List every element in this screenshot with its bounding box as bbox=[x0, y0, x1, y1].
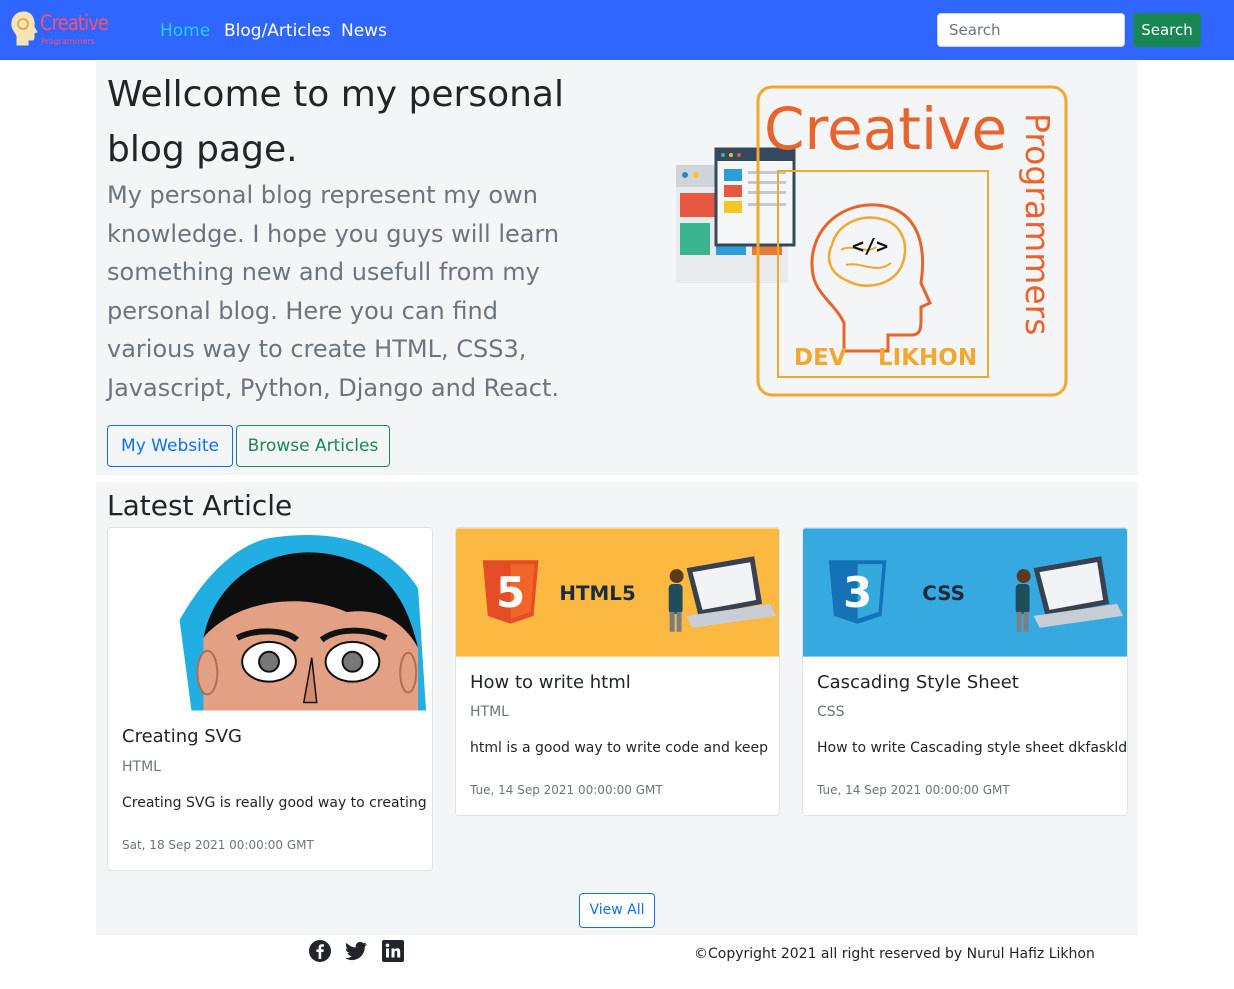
hero-lead-text: My personal blog represent my own knowle… bbox=[107, 181, 560, 402]
dashboard-illustration-icon bbox=[676, 147, 796, 283]
brand-logo[interactable]: Creative Programmers bbox=[10, 9, 109, 51]
banner-label: CSS bbox=[922, 582, 965, 605]
nav-link-home[interactable]: Home bbox=[160, 21, 210, 41]
card-text: How to write Cascading style sheet dkfas… bbox=[817, 740, 1128, 756]
banner-label: HTML5 bbox=[559, 582, 635, 605]
navbar: Creative Programmers Home Blog/Articles … bbox=[0, 0, 1234, 60]
article-card[interactable]: 3 CSS Cascading Style Sheet CSS How to w… bbox=[802, 527, 1128, 816]
facebook-icon[interactable] bbox=[308, 939, 332, 963]
css3-shield-icon: 3 bbox=[828, 560, 887, 624]
card-category: CSS bbox=[817, 704, 845, 720]
card-text: Creating SVG is really good way to creat… bbox=[122, 795, 427, 811]
svg-text:3: 3 bbox=[843, 568, 872, 617]
creative-programmers-logo: Creative Programmers </> DEV LIKHON bbox=[676, 85, 1068, 397]
cartoon-face-image bbox=[108, 528, 432, 711]
twitter-icon[interactable] bbox=[344, 939, 368, 963]
search-button[interactable]: Search bbox=[1133, 13, 1201, 47]
view-all-button[interactable]: View All bbox=[579, 893, 655, 928]
search-input[interactable]: Search bbox=[937, 13, 1125, 47]
article-card[interactable]: 5 HTML5 How to write html HTML html is a… bbox=[455, 527, 780, 816]
brand-head-icon bbox=[11, 11, 38, 46]
logo-word-dev: DEV bbox=[794, 345, 847, 371]
html5-banner-image: 5 HTML5 bbox=[456, 528, 779, 657]
linkedin-icon[interactable] bbox=[381, 939, 405, 963]
brand-text: Creative bbox=[40, 11, 109, 35]
card-category: HTML bbox=[470, 704, 509, 720]
latest-articles-section: Latest Article Creating SVG HTML Creatin… bbox=[96, 482, 1138, 935]
card-title[interactable]: How to write html bbox=[470, 672, 631, 693]
hero-title: Wellcome to my personal blog page. bbox=[107, 74, 564, 170]
my-website-button[interactable]: My Website bbox=[107, 425, 233, 467]
logo-word-programmers: Programmers bbox=[1018, 113, 1057, 335]
card-date: Tue, 14 Sep 2021 00:00:00 GMT bbox=[817, 783, 1010, 797]
svg-text:5: 5 bbox=[496, 568, 525, 617]
card-date: Sat, 18 Sep 2021 00:00:00 GMT bbox=[122, 838, 314, 852]
logo-word-likhon: LIKHON bbox=[878, 345, 977, 371]
hero-section: Wellcome to my personal blog page. My pe… bbox=[96, 61, 1138, 475]
card-text: html is a good way to write code and kee… bbox=[470, 740, 768, 756]
card-title[interactable]: Creating SVG bbox=[122, 726, 242, 747]
logo-word-creative: Creative bbox=[764, 95, 1007, 163]
card-title[interactable]: Cascading Style Sheet bbox=[817, 672, 1019, 693]
copyright-text: ©Copyright 2021 all right reserved by Nu… bbox=[694, 946, 1095, 962]
brain-head-icon: </> bbox=[810, 203, 932, 353]
section-heading: Latest Article bbox=[107, 489, 293, 522]
card-date: Tue, 14 Sep 2021 00:00:00 GMT bbox=[470, 783, 663, 797]
browse-articles-button[interactable]: Browse Articles bbox=[236, 425, 390, 467]
brand-subtext: Programmers bbox=[41, 37, 95, 46]
nav-link-news[interactable]: News bbox=[341, 21, 387, 41]
html5-shield-icon: 5 bbox=[482, 560, 539, 624]
card-category: HTML bbox=[122, 759, 161, 775]
article-card[interactable]: Creating SVG HTML Creating SVG is really… bbox=[107, 527, 433, 871]
nav-link-blog-articles[interactable]: Blog/Articles bbox=[224, 21, 331, 41]
css-banner-image: 3 CSS bbox=[803, 528, 1127, 657]
code-symbol: </> bbox=[852, 234, 888, 258]
